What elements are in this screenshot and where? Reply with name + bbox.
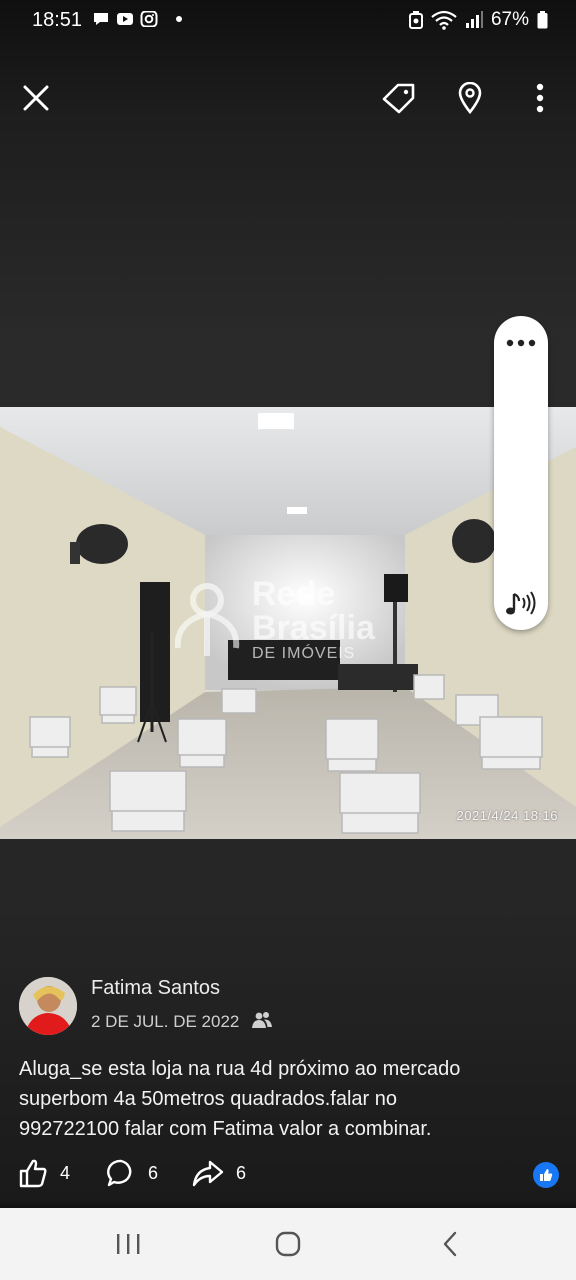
- like-reaction-badge[interactable]: [533, 1162, 559, 1188]
- home-button[interactable]: [258, 1226, 318, 1262]
- youtube-icon: [117, 13, 133, 25]
- thumbs-up-icon: [19, 1159, 47, 1188]
- avatar-image: [19, 977, 77, 1035]
- friends-audience-icon: [252, 1012, 272, 1028]
- watermark-logo-icon: [174, 583, 240, 656]
- system-navigation-bar: [0, 1208, 576, 1280]
- tag-button[interactable]: [374, 74, 422, 122]
- share-count: 6: [236, 1162, 247, 1183]
- audio-button[interactable]: [494, 586, 548, 622]
- share-arrow-icon: [192, 1160, 224, 1187]
- vpn-icon: [408, 11, 423, 29]
- location-button[interactable]: [446, 74, 494, 122]
- close-button[interactable]: [12, 74, 60, 122]
- home-icon: [275, 1231, 301, 1257]
- chat-bubble-icon: [94, 13, 108, 25]
- post-date[interactable]: 2 DE JUL. DE 2022: [91, 1012, 239, 1032]
- like-button[interactable]: 4: [18, 1158, 70, 1188]
- watermark-line3: DE IMÓVEIS: [252, 645, 356, 662]
- status-system-icons: 67%: [408, 9, 548, 31]
- status-bar: 18:51 67%: [0, 0, 576, 42]
- watermark-line1: Rede: [252, 575, 336, 613]
- back-button[interactable]: [420, 1226, 480, 1262]
- more-horizontal-icon: [506, 339, 536, 347]
- instagram-icon: [140, 11, 158, 27]
- author-avatar[interactable]: [19, 977, 77, 1035]
- tag-icon: [382, 83, 415, 114]
- author-name[interactable]: Fatima Santos: [91, 977, 220, 1000]
- panel-more-button[interactable]: [494, 330, 548, 356]
- battery-percent: 67%: [490, 9, 529, 30]
- watermark-line2: Brasília: [252, 609, 375, 647]
- like-count: 4: [60, 1162, 71, 1183]
- more-options-button[interactable]: [516, 74, 564, 122]
- back-chevron-icon: [443, 1231, 457, 1257]
- comment-button[interactable]: 6: [106, 1158, 158, 1188]
- close-icon: [23, 85, 49, 111]
- like-badge-icon: [540, 1169, 553, 1181]
- post-caption: Aluga_se esta loja na rua 4d próximo ao …: [19, 1058, 461, 1140]
- floating-side-panel[interactable]: [494, 316, 548, 630]
- watermark: Rede Brasília DE IMÓVEIS: [168, 577, 375, 663]
- comment-count: 6: [148, 1162, 159, 1183]
- more-vertical-icon: [536, 83, 544, 113]
- share-button[interactable]: 6: [192, 1158, 246, 1188]
- comment-icon: [107, 1159, 132, 1187]
- signal-icon: [465, 11, 483, 28]
- post-photo[interactable]: Rede Brasília DE IMÓVEIS 2021/4/24 18:16: [0, 407, 576, 839]
- battery-icon: [537, 11, 548, 29]
- wifi-icon: [431, 10, 457, 30]
- music-sound-icon: [506, 591, 536, 615]
- status-notification-icons: [92, 11, 182, 27]
- status-time: 18:51: [32, 9, 83, 31]
- recent-apps-icon: [117, 1234, 140, 1254]
- location-pin-icon: [458, 82, 482, 114]
- photo-timestamp: 2021/4/24 18:16: [456, 808, 558, 823]
- recent-apps-button[interactable]: [98, 1226, 158, 1262]
- more-notifications-dot: [176, 16, 182, 22]
